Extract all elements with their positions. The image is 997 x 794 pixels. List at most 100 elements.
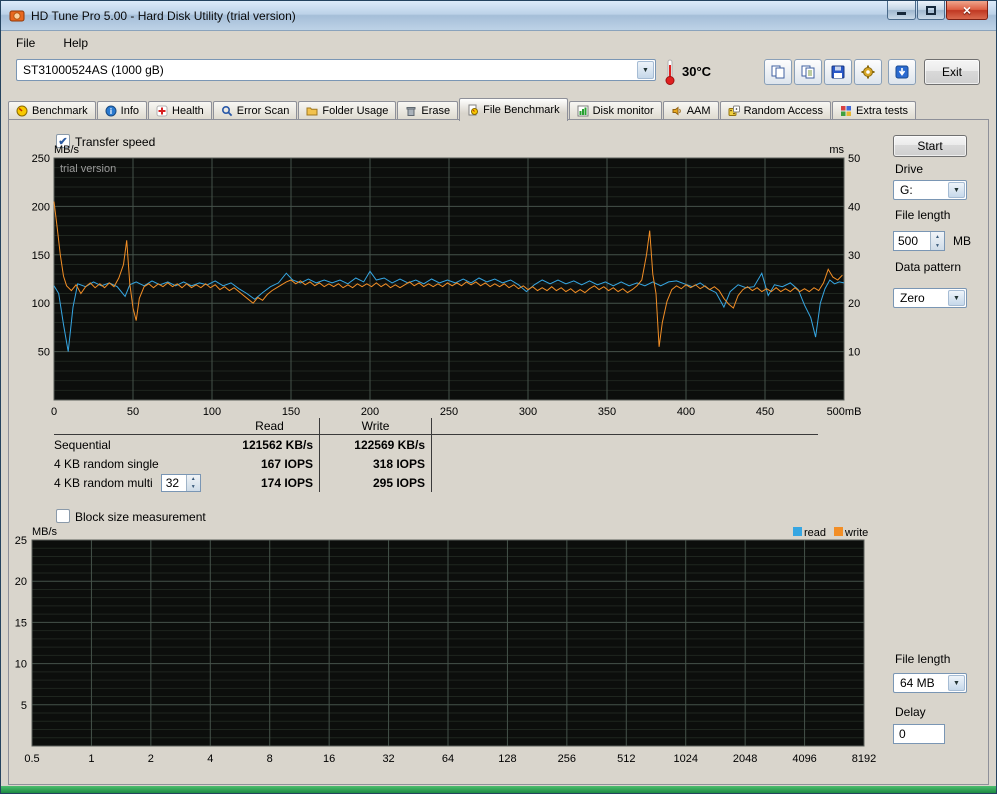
tab-label: Folder Usage xyxy=(322,105,388,117)
svg-text:ms: ms xyxy=(829,144,844,156)
spinner-up-icon[interactable]: ▲ xyxy=(931,232,944,241)
tab-health[interactable]: Health xyxy=(148,101,212,120)
tab-info[interactable]: iInfo xyxy=(97,101,147,120)
tab-aam[interactable]: AAM xyxy=(663,101,719,120)
tab-extra-tests[interactable]: Extra tests xyxy=(832,101,916,120)
random-access-icon xyxy=(728,105,740,117)
delay-input[interactable]: 0 xyxy=(893,724,945,744)
copy-report-button[interactable] xyxy=(794,59,822,85)
svg-text:4096: 4096 xyxy=(792,753,816,765)
tab-label: Error Scan xyxy=(237,105,290,117)
svg-text:450: 450 xyxy=(756,406,774,418)
svg-text:128: 128 xyxy=(498,753,516,765)
save-button[interactable] xyxy=(824,59,852,85)
minimize-button[interactable] xyxy=(887,1,916,20)
svg-text:2048: 2048 xyxy=(733,753,757,765)
svg-text:16: 16 xyxy=(323,753,335,765)
tab-label: Extra tests xyxy=(856,105,908,117)
results-table: Read Write Sequential121562 KB/s122569 K… xyxy=(54,418,818,492)
svg-text:50: 50 xyxy=(848,153,860,165)
download-button[interactable] xyxy=(888,59,916,85)
exit-button[interactable]: Exit xyxy=(924,59,980,85)
svg-text:250: 250 xyxy=(32,153,50,165)
svg-text:400: 400 xyxy=(677,406,695,418)
drive-select[interactable]: ST31000524AS (1000 gB) ▼ xyxy=(16,59,656,81)
svg-text:30: 30 xyxy=(848,250,860,262)
file-benchmark-panel: ✔ Transfer speed trial versionMB/sms2502… xyxy=(8,119,989,785)
benchmark-icon xyxy=(16,105,28,117)
erase-icon xyxy=(405,105,417,117)
row-label: 4 KB random multi xyxy=(54,476,153,490)
tab-label: File Benchmark xyxy=(483,104,559,116)
maximize-button[interactable] xyxy=(917,1,945,20)
bottom-edge xyxy=(1,786,996,793)
chevron-down-icon[interactable]: ▼ xyxy=(948,675,965,691)
svg-text:0: 0 xyxy=(51,406,57,418)
svg-text:MB/s: MB/s xyxy=(54,144,80,156)
svg-text:350: 350 xyxy=(598,406,616,418)
menu-help[interactable]: Help xyxy=(59,34,92,52)
svg-text:10: 10 xyxy=(848,347,860,359)
block-size-checkbox[interactable] xyxy=(56,509,70,523)
chevron-down-icon[interactable]: ▼ xyxy=(948,290,965,306)
tab-error-scan[interactable]: Error Scan xyxy=(213,101,298,120)
options-button[interactable] xyxy=(854,59,882,85)
svg-text:512: 512 xyxy=(617,753,635,765)
tab-folder-usage[interactable]: Folder Usage xyxy=(298,101,396,120)
spinner-down-icon[interactable]: ▼ xyxy=(187,483,200,491)
svg-text:8: 8 xyxy=(267,753,273,765)
exit-button-label: Exit xyxy=(942,65,962,79)
toolbar: ST31000524AS (1000 gB) ▼ 30°C Exit xyxy=(2,53,995,95)
tab-label: Disk monitor xyxy=(593,105,654,117)
copy-icon xyxy=(770,64,786,80)
bottom-file-length-dropdown[interactable]: 64 MB ▼ xyxy=(893,673,967,693)
file-length-label: File length xyxy=(895,208,950,222)
copy-report-icon xyxy=(800,64,816,80)
svg-text:50: 50 xyxy=(127,406,139,418)
queue-depth-spinner[interactable]: 32▲▼ xyxy=(161,474,201,492)
spinner-down-icon[interactable]: ▼ xyxy=(931,241,944,250)
minimize-icon xyxy=(897,12,906,15)
drive-dropdown[interactable]: G: ▼ xyxy=(893,180,967,200)
folder-usage-icon xyxy=(306,105,318,117)
data-pattern-value: Zero xyxy=(894,291,947,305)
chevron-down-icon[interactable]: ▼ xyxy=(948,182,965,198)
copy-button[interactable] xyxy=(764,59,792,85)
close-icon: × xyxy=(963,2,971,18)
tab-label: Random Access xyxy=(744,105,823,117)
tab-random-access[interactable]: Random Access xyxy=(720,101,831,120)
tab-erase[interactable]: Erase xyxy=(397,101,458,120)
svg-text:250: 250 xyxy=(440,406,458,418)
error-scan-icon xyxy=(221,105,233,117)
chevron-down-icon[interactable]: ▼ xyxy=(637,61,654,79)
spinner-arrows[interactable]: ▲▼ xyxy=(186,475,200,491)
bottom-file-length-value: 64 MB xyxy=(894,676,947,690)
svg-text:200: 200 xyxy=(32,201,50,213)
svg-text:2: 2 xyxy=(148,753,154,765)
tab-benchmark[interactable]: Benchmark xyxy=(8,101,96,120)
transfer-speed-chart: trial versionMB/sms250200150100505040302… xyxy=(26,142,868,424)
spinner-up-icon[interactable]: ▲ xyxy=(187,475,200,483)
svg-text:40: 40 xyxy=(848,201,860,213)
close-button[interactable]: × xyxy=(946,1,988,20)
svg-text:MB/s: MB/s xyxy=(32,526,58,538)
start-button[interactable]: Start xyxy=(893,135,967,157)
spinner-arrows[interactable]: ▲▼ xyxy=(930,232,944,250)
app-window: HD Tune Pro 5.00 - Hard Disk Utility (tr… xyxy=(0,0,997,794)
svg-text:64: 64 xyxy=(442,753,454,765)
svg-text:20: 20 xyxy=(15,576,27,588)
svg-text:4: 4 xyxy=(207,753,213,765)
aam-icon xyxy=(671,105,683,117)
tab-disk-monitor[interactable]: Disk monitor xyxy=(569,101,662,120)
file-length-spinner[interactable]: 500 ▲▼ xyxy=(893,231,945,251)
svg-text:8192: 8192 xyxy=(852,753,876,765)
tab-file-benchmark[interactable]: File Benchmark xyxy=(459,98,567,121)
delay-label: Delay xyxy=(895,705,926,719)
table-row: Sequential121562 KB/s122569 KB/s xyxy=(54,435,818,454)
svg-text:1: 1 xyxy=(88,753,94,765)
read-value: 167 IOPS xyxy=(220,454,320,473)
title-bar[interactable]: HD Tune Pro 5.00 - Hard Disk Utility (tr… xyxy=(1,1,996,31)
data-pattern-dropdown[interactable]: Zero ▼ xyxy=(893,288,967,308)
tab-label: Info xyxy=(121,105,139,117)
menu-file[interactable]: File xyxy=(12,34,39,52)
